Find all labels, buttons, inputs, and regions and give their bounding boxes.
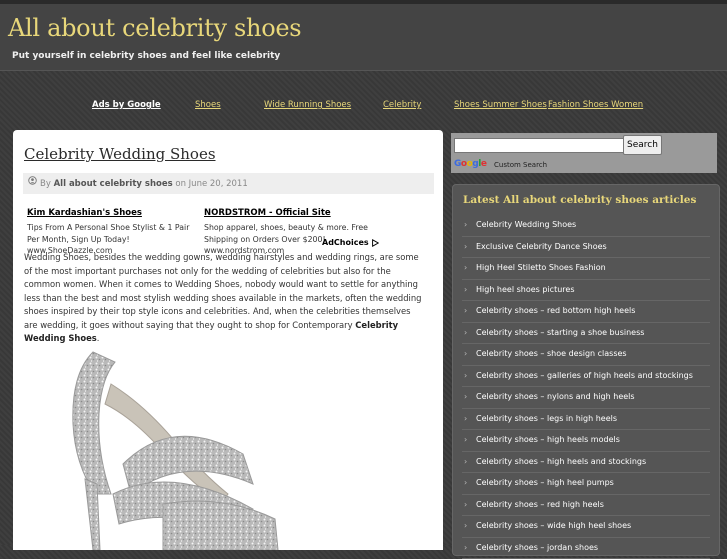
sidebar-title: Latest All about celebrity shoes article… [463, 194, 696, 206]
search-button[interactable]: Search [623, 135, 662, 155]
adchoices-label: AdChoices [322, 238, 369, 247]
list-item[interactable]: ›Celebrity shoes – high heels and stocki… [462, 452, 710, 474]
nav-link-shoes[interactable]: Shoes [195, 100, 221, 110]
chevron-right-icon: › [462, 237, 476, 257]
article-link[interactable]: Celebrity shoes – high heel pumps [476, 478, 614, 487]
search-input[interactable] [454, 138, 626, 153]
ad-title[interactable]: NORDSTROM - Official Site [204, 208, 379, 218]
site-title[interactable]: All about celebrity shoes [8, 14, 301, 42]
ads-by-google-link[interactable]: Ads by Google [92, 100, 161, 110]
article-link[interactable]: Celebrity shoes – red high heels [476, 500, 604, 509]
wedding-shoe-image [53, 344, 283, 550]
list-item[interactable]: ›Celebrity shoes – shoe design classes [462, 344, 710, 366]
nav-link-fashion-shoes-women[interactable]: Fashion Shoes Women [548, 100, 643, 110]
ad-title[interactable]: Kim Kardashian's Shoes [27, 208, 202, 218]
header-divider [0, 70, 727, 71]
main-content: Celebrity Wedding Shoes By All about cel… [13, 130, 443, 550]
google-letter: e [481, 159, 487, 169]
article-link[interactable]: Celebrity shoes – high heels models [476, 435, 620, 444]
list-item[interactable]: ›Celebrity shoes – jordan shoes [462, 538, 710, 559]
sidebar: Latest All about celebrity shoes article… [452, 184, 720, 556]
post-meta: By All about celebrity shoes on June 20,… [23, 173, 434, 194]
custom-search-label: Custom Search [494, 161, 547, 169]
article-link[interactable]: Celebrity shoes – legs in high heels [476, 414, 617, 423]
article-link[interactable]: Celebrity Wedding Shoes [476, 220, 576, 229]
site-header: All about celebrity shoes Put yourself i… [0, 4, 727, 70]
adchoices-icon [371, 238, 379, 247]
article-link[interactable]: Celebrity shoes – nylons and high heels [476, 392, 635, 401]
list-item[interactable]: ›Celebrity shoes – starting a shoe busin… [462, 323, 710, 345]
ad-unit[interactable]: Kim Kardashian's Shoes Tips From A Perso… [27, 208, 202, 254]
list-item[interactable]: ›Celebrity shoes – wide high heel shoes [462, 516, 710, 538]
chevron-right-icon: › [462, 280, 476, 300]
nav-link-celebrity[interactable]: Celebrity [383, 100, 421, 110]
chevron-right-icon: › [462, 301, 476, 321]
site-tagline: Put yourself in celebrity shoes and feel… [12, 51, 280, 61]
post-date: on June 20, 2011 [175, 179, 247, 189]
ad-link-bar: Ads by Google Shoes Wide Running Shoes C… [0, 96, 727, 114]
chevron-right-icon: › [462, 366, 476, 386]
list-item[interactable]: ›Celebrity Wedding Shoes [462, 215, 710, 237]
google-ads-block: Kim Kardashian's Shoes Tips From A Perso… [27, 208, 427, 252]
list-item[interactable]: ›Celebrity shoes – nylons and high heels [462, 387, 710, 409]
chevron-right-icon: › [462, 538, 476, 558]
list-item[interactable]: ›Celebrity shoes – high heels models [462, 430, 710, 452]
chevron-right-icon: › [462, 516, 476, 536]
chevron-right-icon: › [462, 387, 476, 407]
adchoices-link[interactable]: AdChoices [322, 238, 379, 247]
article-link[interactable]: Celebrity shoes – jordan shoes [476, 543, 598, 552]
chevron-right-icon: › [462, 452, 476, 472]
article-link[interactable]: Celebrity shoes – high heels and stockin… [476, 457, 646, 466]
post-author-link[interactable]: All about celebrity shoes [54, 179, 173, 189]
list-item[interactable]: ›Celebrity shoes – legs in high heels [462, 409, 710, 431]
list-item[interactable]: ›High heel shoes pictures [462, 280, 710, 302]
chevron-right-icon: › [462, 473, 476, 493]
article-link[interactable]: Exclusive Celebrity Dance Shoes [476, 242, 607, 251]
chevron-right-icon: › [462, 409, 476, 429]
article-link[interactable]: Celebrity shoes – red bottom high heels [476, 306, 635, 315]
nav-link-shoes-summer-shoes[interactable]: Shoes Summer Shoes [454, 100, 547, 110]
chevron-right-icon: › [462, 495, 476, 515]
recent-articles-list: ›Celebrity Wedding Shoes ›Exclusive Cele… [462, 215, 710, 559]
list-item[interactable]: ›Celebrity shoes – red bottom high heels [462, 301, 710, 323]
list-item[interactable]: ›High Heel Stiletto Shoes Fashion [462, 258, 710, 280]
chevron-right-icon: › [462, 215, 476, 235]
search-widget: Search Google Custom Search [451, 133, 717, 173]
post-body: Wedding Shoes, besides the wedding gowns… [24, 251, 426, 346]
post-body-text: Wedding Shoes, besides the wedding gowns… [24, 252, 421, 330]
google-letter: G [454, 159, 461, 169]
list-item[interactable]: ›Celebrity shoes – red high heels [462, 495, 710, 517]
meta-by: By [40, 179, 51, 189]
list-item[interactable]: ›Exclusive Celebrity Dance Shoes [462, 237, 710, 259]
article-link[interactable]: Celebrity shoes – galleries of high heel… [476, 371, 693, 380]
article-link[interactable]: High heel shoes pictures [476, 285, 574, 294]
post-body-end: . [97, 333, 100, 343]
list-item[interactable]: ›Celebrity shoes – high heel pumps [462, 473, 710, 495]
article-link[interactable]: Celebrity shoes – wide high heel shoes [476, 521, 631, 530]
chevron-right-icon: › [462, 258, 476, 278]
article-link[interactable]: Celebrity shoes – starting a shoe busine… [476, 328, 644, 337]
chevron-right-icon: › [462, 344, 476, 364]
post-title[interactable]: Celebrity Wedding Shoes [24, 145, 216, 163]
chevron-right-icon: › [462, 323, 476, 343]
article-link[interactable]: High Heel Stiletto Shoes Fashion [476, 263, 606, 272]
author-icon [28, 173, 37, 194]
chevron-right-icon: › [462, 430, 476, 450]
ad-unit[interactable]: NORDSTROM - Official Site Shop apparel, … [204, 208, 379, 254]
ad-text: Tips From A Personal Shoe Stylist & 1 Pa… [27, 222, 202, 246]
google-logo: Google [454, 159, 486, 169]
list-item[interactable]: ›Celebrity shoes – galleries of high hee… [462, 366, 710, 388]
nav-link-wide-running-shoes[interactable]: Wide Running Shoes [264, 100, 351, 110]
article-link[interactable]: Celebrity shoes – shoe design classes [476, 349, 627, 358]
